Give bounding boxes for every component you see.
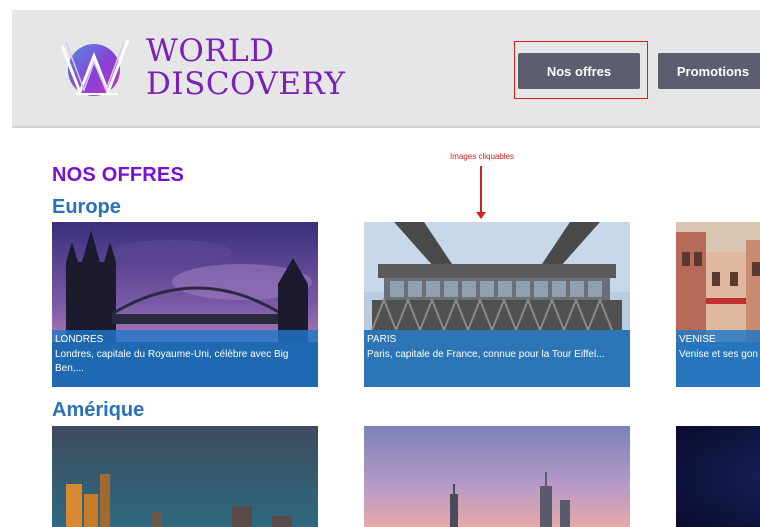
annotation-highlight-box	[514, 41, 648, 99]
card-title: LONDRES	[55, 334, 104, 345]
nav-promotions-button[interactable]: Promotions	[658, 53, 760, 89]
app-frame: WORLD DISCOVERY Nos offres Promotions Im…	[12, 10, 760, 527]
annotation-arrow-line	[480, 166, 482, 214]
card-description: Londres, capitale du Royaume-Uni, célèbr…	[55, 348, 289, 375]
offer-card-paris[interactable]: PARIS Paris, capitale de France, connue …	[364, 222, 630, 387]
brand-line-2: DISCOVERY	[146, 66, 346, 102]
night-sky-image	[676, 426, 760, 527]
new-york-sunset-image	[364, 426, 630, 527]
annotation-label: Images cliquables	[450, 152, 515, 161]
offer-card-amerique-2[interactable]	[364, 426, 630, 527]
card-title: PARIS	[367, 334, 397, 345]
brand-name[interactable]: WORLD DISCOVERY	[146, 36, 345, 100]
card-caption: VENISE Venise et ses gon les...	[676, 330, 760, 387]
section-title-europe: Europe	[52, 196, 121, 218]
world-discovery-logo-icon[interactable]	[56, 32, 138, 104]
section-title-amerique: Amérique	[52, 399, 145, 421]
offer-card-venise[interactable]: VENISE Venise et ses gon les...	[676, 222, 760, 387]
offer-card-amerique-3[interactable]	[676, 426, 760, 527]
card-caption: LONDRES Londres, capitale du Royaume-Uni…	[52, 330, 318, 387]
annotation-arrow-head-icon	[476, 212, 486, 219]
offer-card-londres[interactable]: LONDRES Londres, capitale du Royaume-Uni…	[52, 222, 318, 387]
card-title: VENISE	[679, 334, 716, 345]
card-description: Venise et ses gon les...	[679, 348, 760, 360]
city-skyline-image	[52, 426, 318, 527]
offer-card-amerique-1[interactable]	[52, 426, 318, 527]
page-title: NOS OFFRES	[52, 164, 185, 186]
brand-line-1: WORLD	[146, 33, 275, 69]
card-description: Paris, capitale de France, connue pour l…	[367, 348, 605, 360]
site-header: WORLD DISCOVERY Nos offres Promotions	[12, 10, 760, 128]
card-caption: PARIS Paris, capitale de France, connue …	[364, 330, 630, 387]
